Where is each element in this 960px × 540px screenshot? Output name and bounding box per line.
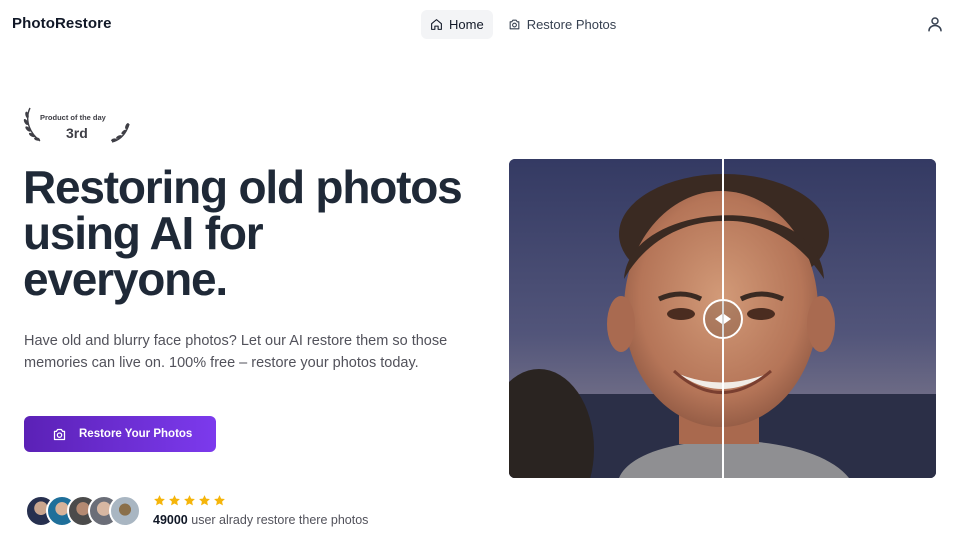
hero-title: Restoring old photos using AI for everyo… (23, 161, 463, 305)
laurel-left-icon (23, 107, 41, 142)
laurel-right-icon (111, 123, 130, 143)
social-proof-text: 49000 user alrady restore there photos (153, 513, 368, 527)
before-after-comparison[interactable] (509, 159, 936, 478)
badge-rank: 3rd (66, 125, 88, 141)
star-icon (199, 495, 210, 506)
star-icon (214, 495, 225, 506)
star-icon (184, 495, 195, 506)
nav-restore-label: Restore Photos (526, 17, 617, 32)
cta-label: Restore Your Photos (79, 428, 193, 440)
chevron-right-icon (724, 314, 731, 324)
chevron-left-icon (715, 314, 722, 324)
product-of-day-badge[interactable]: Product of the day 3rd (22, 106, 132, 144)
avatar (109, 495, 141, 527)
restore-your-photos-button[interactable]: Restore Your Photos (24, 416, 216, 452)
nav-restore-photos[interactable]: Restore Photos (499, 10, 626, 39)
social-proof-label: user alrady restore there photos (191, 513, 369, 527)
brand-logo[interactable]: PhotoRestore (12, 15, 112, 32)
site-header: PhotoRestore Home Restore Photos (0, 0, 960, 48)
main-nav: Home Restore Photos (421, 10, 625, 39)
star-icon (169, 495, 180, 506)
camera-icon (53, 428, 66, 440)
user-avatars (25, 495, 145, 527)
badge-title: Product of the day (40, 113, 106, 122)
compare-slider-handle[interactable] (703, 299, 743, 339)
user-icon[interactable] (926, 15, 944, 33)
camera-icon (509, 19, 520, 30)
nav-home-label: Home (449, 17, 484, 32)
nav-home[interactable]: Home (421, 10, 493, 39)
user-count: 49000 (153, 513, 188, 527)
star-icon (154, 495, 165, 506)
hero-subtitle: Have old and blurry face photos? Let our… (24, 333, 448, 371)
home-icon (431, 19, 442, 30)
rating-stars (153, 494, 226, 507)
